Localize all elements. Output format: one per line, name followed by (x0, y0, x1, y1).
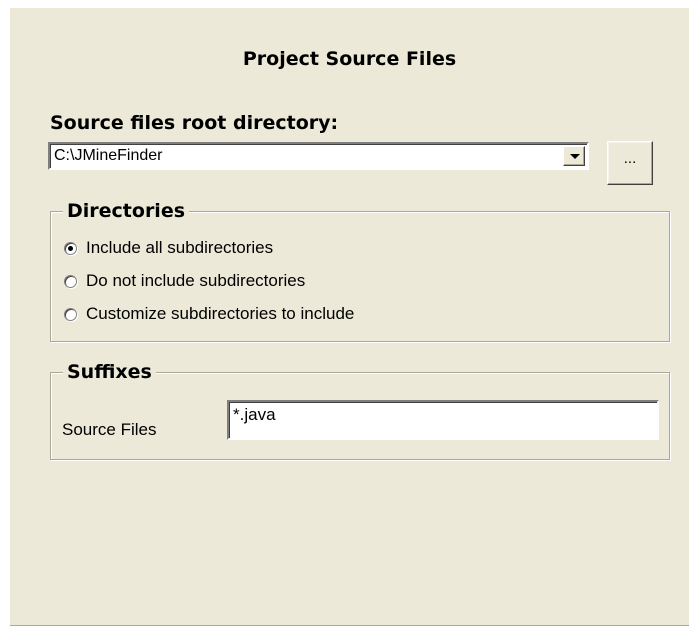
radio-include-all[interactable]: Include all subdirectories (64, 237, 273, 259)
project-source-files-panel: Project Source Files Source files root d… (10, 8, 689, 625)
suffixes-group: Suffixes Source Files *.java (50, 361, 670, 460)
radio-label[interactable]: Include all subdirectories (86, 238, 273, 258)
directories-group: Directories Include all subdirectories D… (50, 200, 670, 342)
radio-label[interactable]: Do not include subdirectories (86, 271, 305, 291)
chevron-down-icon (570, 154, 580, 159)
root-directory-value[interactable]: C:\JMineFinder (54, 147, 162, 165)
combobox-dropdown-button[interactable] (563, 146, 585, 166)
radio-button[interactable] (64, 307, 77, 321)
suffixes-legend: Suffixes (63, 361, 156, 383)
root-directory-combobox[interactable]: C:\JMineFinder (48, 142, 589, 170)
root-directory-label: Source files root directory: (50, 112, 339, 134)
source-files-label: Source Files (62, 420, 157, 439)
radio-button-checked[interactable] (64, 241, 77, 255)
source-files-input[interactable]: *.java (227, 400, 659, 440)
directories-legend: Directories (63, 200, 190, 222)
bottom-divider-highlight (10, 626, 689, 627)
page-title: Project Source Files (242, 48, 457, 70)
browse-button[interactable]: ... (607, 141, 653, 185)
radio-customize[interactable]: Customize subdirectories to include (64, 303, 354, 325)
radio-button[interactable] (64, 274, 77, 288)
radio-label[interactable]: Customize subdirectories to include (86, 304, 354, 324)
radio-do-not-include[interactable]: Do not include subdirectories (64, 270, 305, 292)
source-files-value[interactable]: *.java (233, 405, 276, 425)
